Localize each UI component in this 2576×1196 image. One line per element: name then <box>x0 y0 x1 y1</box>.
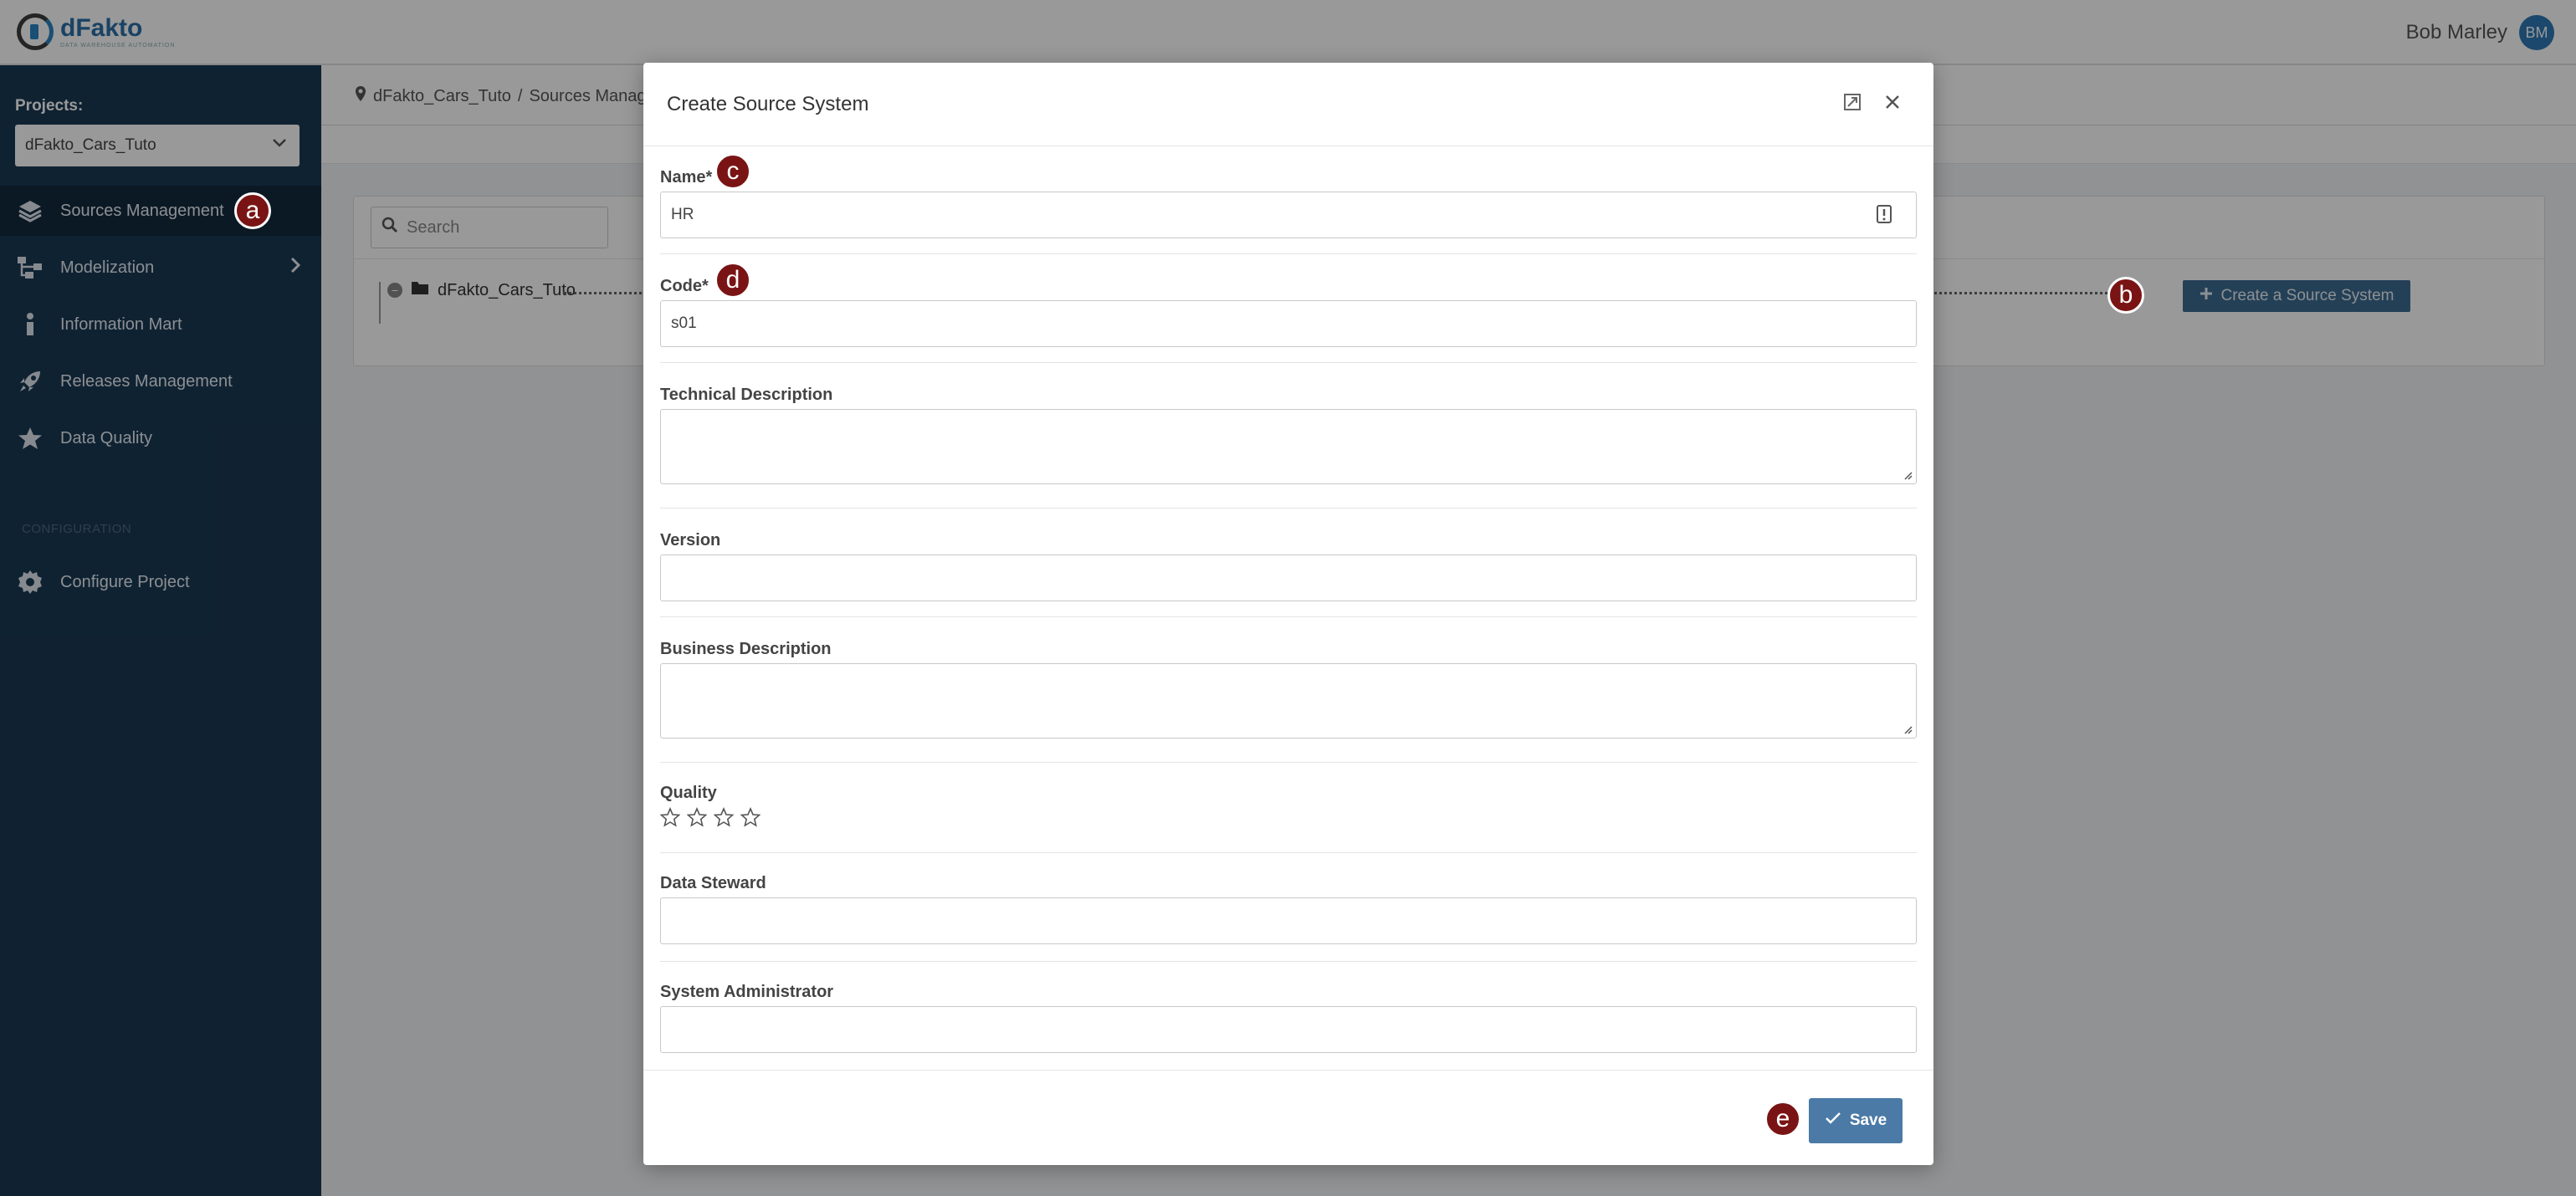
field-divider <box>660 762 1917 763</box>
code-label: Code* <box>660 277 709 295</box>
marker-e: e <box>1764 1101 1801 1137</box>
save-button-label: Save <box>1849 1112 1887 1129</box>
star-outline-icon[interactable] <box>660 807 680 827</box>
code-value: s01 <box>671 314 697 332</box>
resize-handle-icon[interactable] <box>1903 470 1913 480</box>
resize-handle-icon[interactable] <box>1903 724 1913 734</box>
star-outline-icon[interactable] <box>687 807 707 827</box>
expand-icon[interactable] <box>1840 89 1865 115</box>
marker-c: c <box>714 153 751 190</box>
name-label: Name* <box>660 168 713 187</box>
create-source-system-dialog: Create Source System Name* HR Code* s01 … <box>643 63 1933 1165</box>
marker-a: a <box>234 192 271 229</box>
data-steward-field[interactable] <box>660 897 1917 944</box>
system-administrator-label: System Administrator <box>660 983 834 1001</box>
technical-description-label: Technical Description <box>660 386 833 404</box>
field-divider <box>660 508 1917 509</box>
field-divider <box>660 253 1917 254</box>
field-divider <box>660 362 1917 363</box>
dialog-footer: Save <box>643 1070 1933 1165</box>
system-administrator-field[interactable] <box>660 1006 1917 1053</box>
code-field[interactable]: s01 <box>660 300 1917 347</box>
business-description-label: Business Description <box>660 640 832 658</box>
star-outline-icon[interactable] <box>714 807 734 827</box>
dialog-header: Create Source System <box>643 63 1933 146</box>
dialog-title: Create Source System <box>667 93 869 115</box>
star-outline-icon[interactable] <box>740 807 761 827</box>
quality-label: Quality <box>660 784 717 802</box>
version-label: Version <box>660 531 721 549</box>
save-button[interactable]: Save <box>1809 1098 1903 1143</box>
technical-description-field[interactable] <box>660 409 1917 484</box>
data-steward-label: Data Steward <box>660 874 766 892</box>
check-icon <box>1825 1112 1841 1130</box>
quality-rating[interactable] <box>660 807 761 827</box>
close-icon[interactable] <box>1880 89 1905 115</box>
name-field[interactable]: HR <box>660 192 1917 238</box>
name-value: HR <box>671 206 694 223</box>
field-divider <box>660 852 1917 853</box>
validation-icon <box>1876 204 1892 229</box>
business-description-field[interactable] <box>660 663 1917 739</box>
field-divider <box>660 961 1917 962</box>
marker-b: b <box>2107 277 2144 314</box>
version-field[interactable] <box>660 555 1917 601</box>
field-divider <box>660 616 1917 617</box>
marker-d: d <box>714 262 751 299</box>
